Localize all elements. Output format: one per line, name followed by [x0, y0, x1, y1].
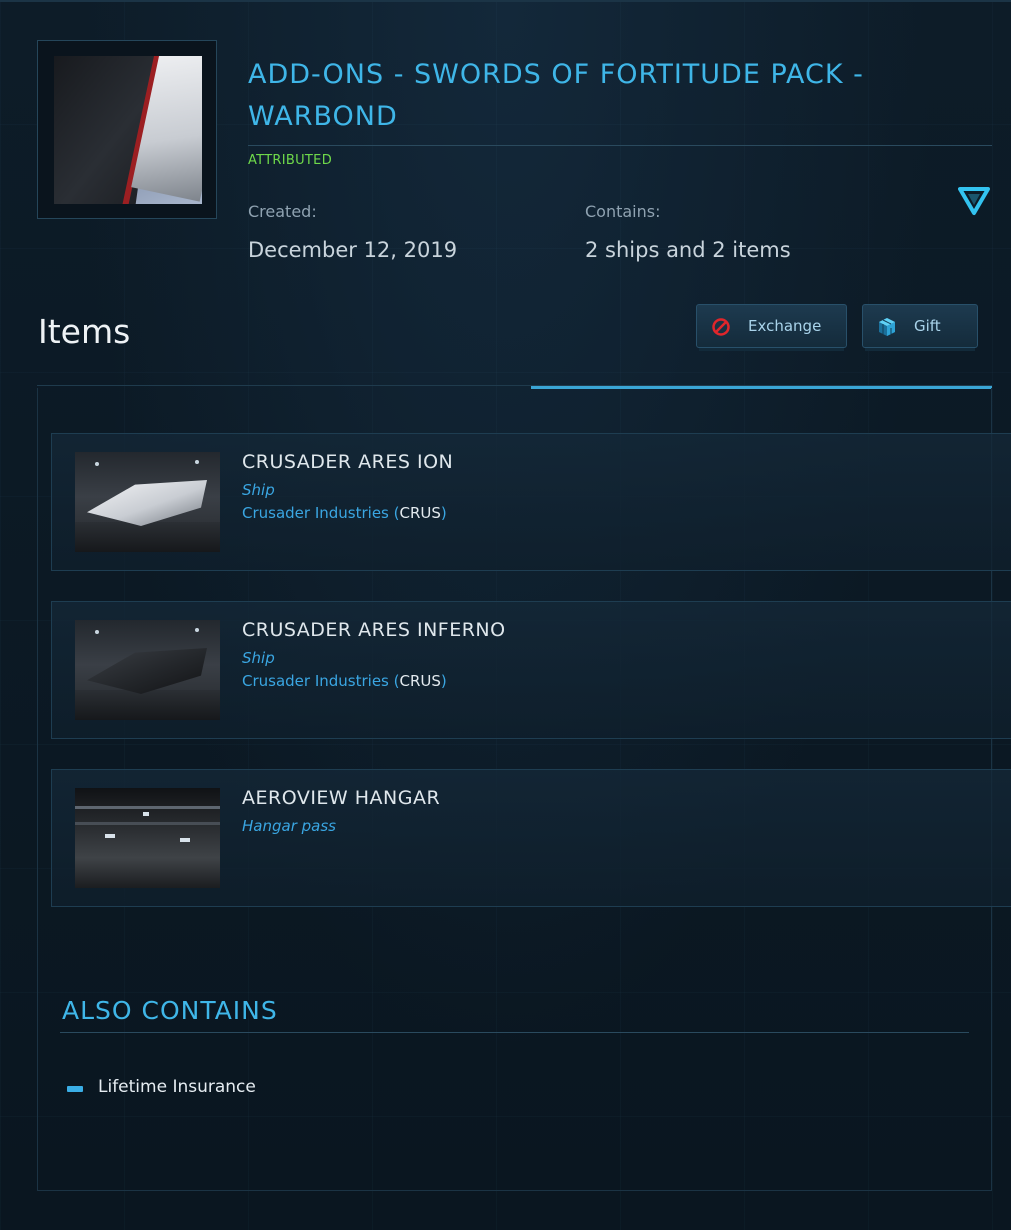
gift-cube-icon: [879, 318, 895, 336]
item-type: Ship: [242, 649, 275, 667]
pledge-thumbnail-frame: [37, 40, 217, 219]
item-type: Ship: [242, 481, 275, 499]
item-card: CRUSADER ARES ION Ship Crusader Industri…: [51, 433, 1011, 571]
exchange-button[interactable]: Exchange: [696, 304, 847, 348]
item-type: Hangar pass: [242, 817, 336, 835]
gift-button-label: Gift: [914, 317, 941, 335]
top-divider: [0, 0, 1011, 2]
also-contains-heading: ALSO CONTAINS: [62, 996, 278, 1025]
items-heading: Items: [38, 312, 131, 351]
manufacturer-code: CRUS: [399, 504, 441, 522]
also-contains-item: Lifetime Insurance: [98, 1077, 256, 1097]
item-card: CRUSADER ARES INFERNO Ship Crusader Indu…: [51, 601, 1011, 739]
pledge-thumbnail: [54, 56, 202, 204]
item-name: AEROVIEW HANGAR: [242, 787, 441, 809]
item-manufacturer: Crusader Industries (CRUS): [242, 672, 447, 690]
title-divider: [248, 145, 992, 146]
item-image: [75, 620, 220, 720]
item-image: [75, 452, 220, 552]
created-value: December 12, 2019: [248, 238, 458, 262]
manufacturer-code: CRUS: [399, 672, 441, 690]
triangle-down-icon[interactable]: [958, 186, 990, 216]
item-manufacturer: Crusader Industries (CRUS): [242, 504, 447, 522]
exchange-button-label: Exchange: [748, 317, 822, 335]
status-badge: ATTRIBUTED: [248, 153, 333, 168]
pledge-title: ADD-ONS - SWORDS OF FORTITUDE PACK - WAR…: [248, 59, 864, 132]
gift-button[interactable]: Gift: [862, 304, 978, 348]
contains-value: 2 ships and 2 items: [585, 238, 791, 262]
no-entry-icon: [712, 318, 730, 336]
bullet-icon: [67, 1086, 83, 1092]
contains-label: Contains:: [585, 202, 661, 221]
item-card: AEROVIEW HANGAR Hangar pass: [51, 769, 1011, 907]
also-contains-divider: [60, 1032, 969, 1033]
created-label: Created:: [248, 202, 317, 221]
item-name: CRUSADER ARES INFERNO: [242, 619, 506, 641]
item-name: CRUSADER ARES ION: [242, 451, 454, 473]
item-image: [75, 788, 220, 888]
